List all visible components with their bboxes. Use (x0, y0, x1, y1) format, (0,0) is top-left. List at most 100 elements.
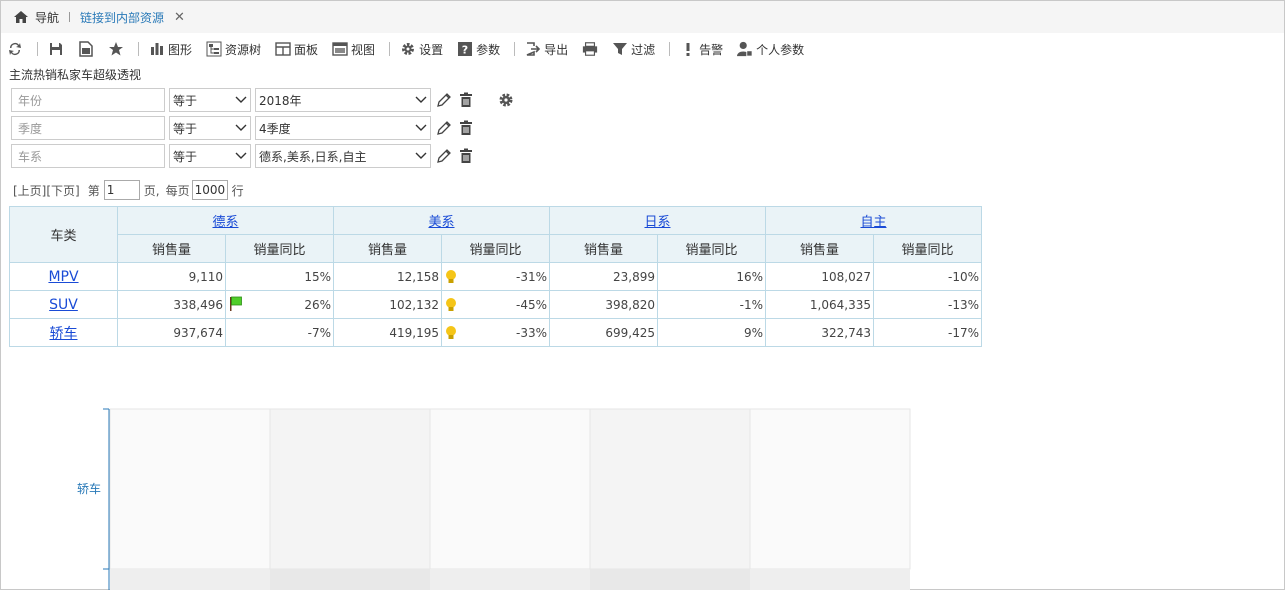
trash-icon[interactable] (457, 91, 475, 109)
group-header: 日系 (549, 206, 766, 235)
green-flag-icon (230, 296, 242, 311)
filter-button[interactable]: 过滤 (612, 41, 655, 58)
printer-icon (582, 41, 598, 57)
filter-field-input[interactable]: 车系 (11, 144, 165, 168)
pager: [上页][下页] 第 1 页, 每页 1000 行 (13, 180, 244, 200)
table-cell: 1,064,335 (765, 290, 874, 319)
toolbar: 图形 资源树 面板 视图 设置 ? 参数 导出 过滤 告警 个人参数 (1, 33, 1284, 65)
table-cell: -1% (657, 290, 766, 319)
table-row: MPV 9,110 15% 12,158 -31% 23,899 16% 108… (9, 262, 982, 291)
save-as-icon (78, 41, 94, 57)
filter-field-input[interactable]: 年份 (11, 88, 165, 112)
filter-operator-select[interactable]: 等于 (169, 88, 251, 112)
alert-button[interactable]: 告警 (680, 41, 723, 58)
lightbulb-icon (446, 326, 456, 339)
group-header-link[interactable]: 德系 (212, 215, 238, 230)
lightbulb-icon (446, 270, 456, 283)
refresh-icon (7, 41, 23, 57)
filter-button-label: 过滤 (631, 42, 656, 57)
filter-value-select[interactable]: 2018年 (255, 88, 431, 112)
table-cell: -10% (873, 262, 982, 291)
export-button[interactable]: 导出 (525, 41, 568, 58)
cell-value: -45% (515, 297, 547, 312)
plot-band (749, 408, 911, 570)
trash-icon[interactable] (457, 147, 475, 165)
group-header-link[interactable]: 美系 (428, 215, 454, 230)
personal-params-button[interactable]: 个人参数 (737, 41, 804, 58)
filter-operator-select[interactable]: 等于 (169, 144, 251, 168)
category-link[interactable]: 轿车 (50, 326, 78, 342)
chart-button[interactable]: 图形 (149, 41, 192, 58)
group-header-link[interactable]: 自主 (860, 215, 886, 230)
category-link[interactable]: SUV (49, 297, 78, 313)
category-cell: MPV (9, 262, 118, 291)
pager-page-suffix: 页, (143, 183, 160, 198)
filter-row-series: 车系 等于 德系,美系,日系,自主 (11, 144, 475, 168)
sub-header-sales: 销售量 (765, 234, 874, 263)
filter-operator-value: 等于 (173, 149, 198, 164)
alert-button-label: 告警 (699, 42, 724, 57)
close-icon[interactable]: ✕ (174, 10, 185, 25)
exclamation-icon (680, 41, 696, 57)
trash-icon[interactable] (457, 119, 475, 137)
export-icon (525, 41, 541, 57)
group-header: 美系 (333, 206, 550, 235)
group-header: 自主 (765, 206, 982, 235)
chevron-down-icon (415, 149, 427, 163)
chevron-down-icon (235, 93, 247, 107)
bar-chart: 轿车 (77, 408, 911, 590)
pivot-table: 车类 德系 美系 日系 自主 销售量 销量同比 销售量 销量同比 销售量 销量同… (9, 206, 982, 347)
category-link[interactable]: MPV (48, 269, 78, 285)
pager-prev-next-link[interactable]: [上页][下页] (13, 182, 80, 199)
filter-field-input[interactable]: 季度 (11, 116, 165, 140)
resource-tree-button[interactable]: 资源树 (206, 41, 261, 58)
view-button[interactable]: 视图 (332, 41, 375, 58)
params-button[interactable]: ? 参数 (457, 41, 500, 58)
funnel-icon (612, 41, 628, 57)
pencil-icon[interactable] (435, 91, 453, 109)
gear-icon[interactable] (497, 91, 515, 109)
chevron-down-icon (235, 121, 247, 135)
tab-active[interactable]: 链接到内部资源 (80, 9, 164, 26)
favorite-button[interactable] (108, 41, 124, 57)
view-icon (332, 41, 348, 57)
filter-value-select[interactable]: 德系,美系,日系,自主 (255, 144, 431, 168)
table-row: SUV 338,496 26% 102,132 -45% 398,820 -1%… (9, 290, 982, 319)
refresh-button[interactable] (7, 41, 23, 57)
group-header-link[interactable]: 日系 (644, 215, 670, 230)
panel-icon (275, 41, 291, 57)
lightbulb-icon (446, 298, 456, 311)
table-cell: 699,425 (549, 318, 658, 347)
page-number-input[interactable]: 1 (103, 180, 140, 200)
per-page-input[interactable]: 1000 (191, 180, 228, 200)
tab-home-label: 导航 (35, 10, 60, 25)
filter-operator-select[interactable]: 等于 (169, 116, 251, 140)
svg-text:?: ? (462, 44, 468, 57)
tab-divider (69, 12, 71, 22)
table-cell: 23,899 (549, 262, 658, 291)
print-button[interactable] (582, 41, 598, 57)
table-cell: 9% (657, 318, 766, 347)
sub-header-yoy: 销量同比 (657, 234, 766, 263)
plot-band-lower (430, 569, 590, 590)
filter-value-text: 2018年 (259, 93, 302, 108)
table-cell: 12,158 (333, 262, 442, 291)
tree-icon (206, 41, 222, 57)
params-button-label: 参数 (476, 42, 501, 57)
tab-home[interactable]: 导航 (13, 9, 59, 26)
table-cell: -13% (873, 290, 982, 319)
pager-per-page-label: 每页 (165, 183, 190, 198)
settings-button[interactable]: 设置 (400, 41, 443, 58)
save-button[interactable] (48, 41, 64, 57)
save-as-button[interactable] (78, 41, 94, 57)
plot-band (109, 408, 271, 570)
pencil-icon[interactable] (435, 147, 453, 165)
panel-button[interactable]: 面板 (275, 41, 318, 58)
pencil-icon[interactable] (435, 119, 453, 137)
help-icon: ? (457, 41, 473, 57)
export-button-label: 导出 (544, 42, 569, 57)
category-cell: 轿车 (9, 318, 118, 347)
filter-value-select[interactable]: 4季度 (255, 116, 431, 140)
chevron-down-icon (235, 149, 247, 163)
table-cell: -31% (441, 262, 550, 291)
